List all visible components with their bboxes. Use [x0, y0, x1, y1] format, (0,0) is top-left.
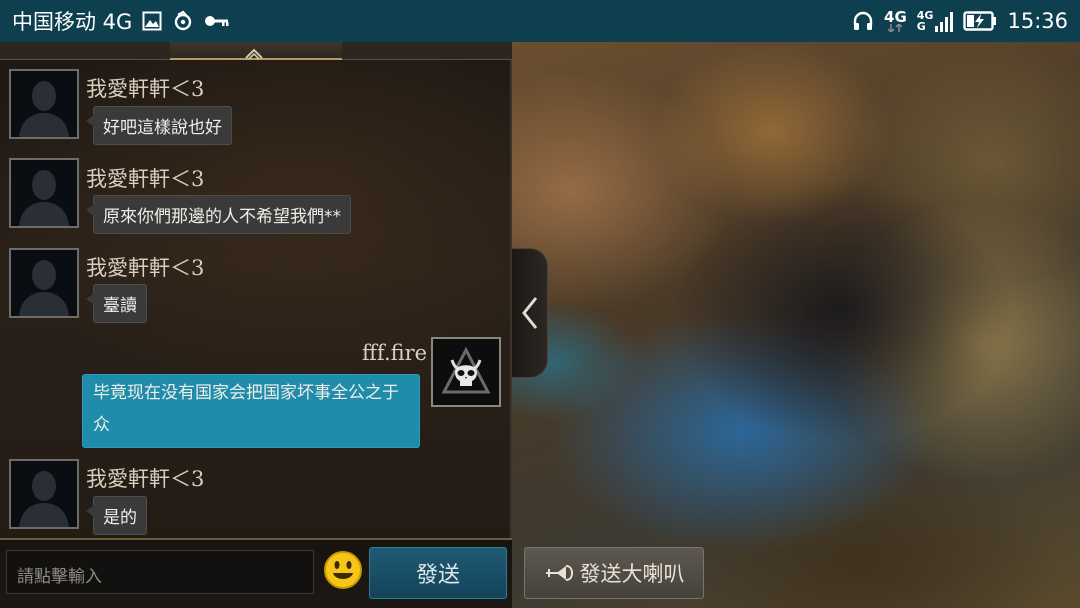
- avatar[interactable]: [9, 459, 79, 529]
- sender-name: 我愛軒軒＜3: [86, 256, 205, 280]
- image-icon: [142, 11, 162, 31]
- send-button[interactable]: 發送: [369, 547, 507, 599]
- chat-tab-1[interactable]: [0, 42, 170, 60]
- sender-name: 我愛軒軒＜3: [86, 467, 205, 491]
- signal-type-label: 4G G: [917, 10, 934, 32]
- network-4g-icon: 4G: [884, 10, 907, 32]
- collapse-chat-handle[interactable]: [512, 248, 548, 378]
- avatar[interactable]: [9, 69, 79, 139]
- trumpet-icon: [545, 565, 573, 581]
- signal-icon: 4G G: [917, 10, 954, 32]
- sync-icon: [172, 10, 194, 32]
- status-bar: 中国移动 4G 4G 4G G 15:36: [0, 0, 1080, 42]
- user-silhouette-icon: [19, 81, 69, 137]
- blurred-game-background: [512, 42, 1080, 608]
- message-bubble: 臺讀: [86, 284, 147, 323]
- clock: 15:36: [1007, 9, 1068, 33]
- send-horn-button[interactable]: 發送大喇叭: [524, 547, 704, 599]
- skull-emblem-icon: [441, 346, 491, 394]
- chevron-left-icon: [521, 297, 537, 329]
- status-left: 中国移动 4G: [12, 6, 230, 36]
- message-bubble: 是的: [86, 496, 147, 535]
- battery-charging-icon: [963, 11, 997, 31]
- user-silhouette-icon: [19, 471, 69, 527]
- chevron-up-icon: [245, 48, 263, 60]
- chat-tab-2[interactable]: [170, 42, 342, 60]
- signal-type-bottom: G: [916, 20, 926, 33]
- message-bubble: 原來你們那邊的人不希望我們**: [86, 195, 351, 234]
- chat-tab-3[interactable]: [342, 42, 512, 60]
- key-icon: [204, 13, 230, 29]
- emoji-button[interactable]: [323, 550, 363, 590]
- user-silhouette-icon: [19, 170, 69, 226]
- headphones-icon: [852, 10, 874, 32]
- self-avatar[interactable]: [431, 337, 501, 407]
- carrier-label: 中国移动 4G: [12, 10, 133, 34]
- send-horn-label: 發送大喇叭: [579, 562, 685, 586]
- chat-input[interactable]: 請點擊輸入: [6, 550, 314, 594]
- message-bubble: 好吧這樣說也好: [86, 106, 232, 145]
- self-message-bubble: 毕竟现在没有国家会把国家坏事全公之于众: [82, 374, 420, 448]
- sender-name: 我愛軒軒＜3: [86, 167, 205, 191]
- network-4g-label: 4G: [884, 8, 907, 26]
- avatar[interactable]: [9, 158, 79, 228]
- smiley-icon: [324, 551, 362, 589]
- avatar[interactable]: [9, 248, 79, 318]
- sender-name: 我愛軒軒＜3: [86, 77, 205, 101]
- self-sender-name: fff.fire: [362, 341, 428, 365]
- chat-tabs: [0, 42, 512, 60]
- user-silhouette-icon: [19, 260, 69, 316]
- status-right: 4G 4G G 15:36: [852, 9, 1068, 33]
